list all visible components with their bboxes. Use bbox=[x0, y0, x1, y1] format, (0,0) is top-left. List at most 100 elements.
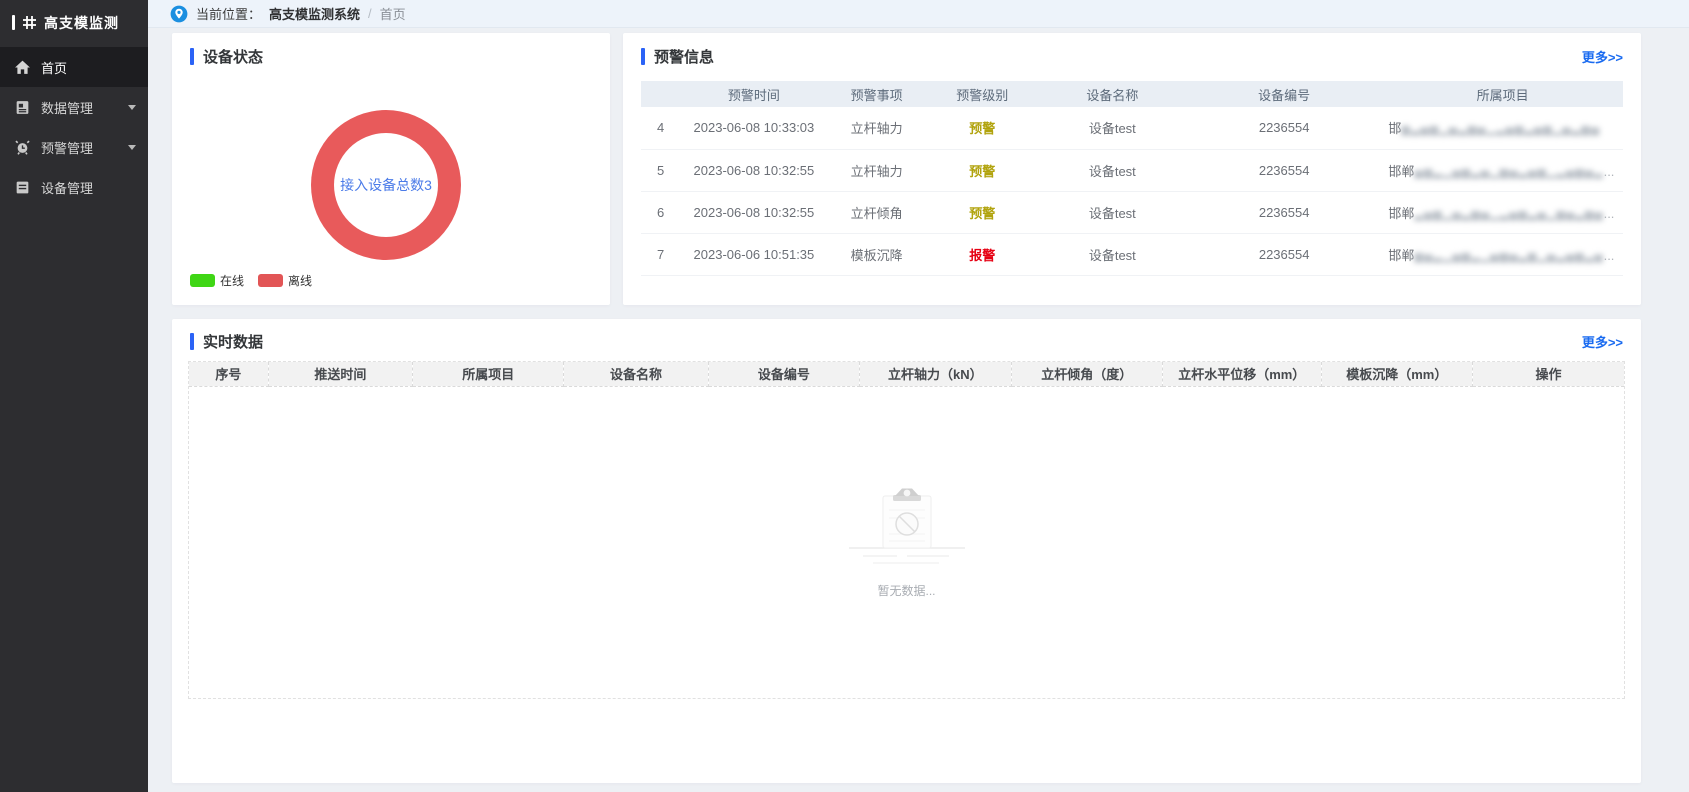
warning-table-header-row: 预警时间预警事项预警级别设备名称设备编号所属项目 bbox=[641, 81, 1623, 107]
warning-table-row: 62023-06-08 10:32:55立杆倾角预警设备test2236554邯… bbox=[641, 191, 1623, 233]
warning-table-row: 72023-06-06 10:51:35模板沉降报警设备test2236554邯… bbox=[641, 233, 1623, 275]
breadcrumb: 当前位置： 高支模监测系统 / 首页 bbox=[148, 0, 1689, 28]
sidebar-item-label: 预警管理 bbox=[41, 138, 93, 157]
realtime-data-card: 实时数据 更多>> 序号推送时间所属项目设备名称设备编号立杆轴力（kN）立杆倾角… bbox=[172, 319, 1641, 783]
warning-cell: 设备test bbox=[1039, 233, 1186, 275]
realtime-column-header: 立杆倾角（度） bbox=[1011, 362, 1162, 386]
title-accent-bar bbox=[190, 48, 194, 65]
warning-column-header: 预警级别 bbox=[926, 81, 1039, 107]
grid-hash-icon bbox=[22, 15, 37, 30]
warning-info-card: 预警信息 更多>> 预警时间预警事项预警级别设备名称设备编号所属项目 42023… bbox=[623, 33, 1641, 305]
location-pin-icon bbox=[170, 5, 188, 23]
sidebar: 高支模监测 首页数据管理预警管理设备管理 bbox=[0, 0, 148, 792]
legend-swatch bbox=[190, 274, 215, 287]
device-status-donut-chart: 接入设备总数3 bbox=[311, 110, 461, 260]
logo-text: 高支模监测 bbox=[44, 13, 119, 33]
warning-cell: 2023-06-08 10:33:03 bbox=[680, 107, 827, 149]
redacted-text: ▃▅▆▂▅▃▆▅▂▃▅▆▃▅▂▆▅▃▆▅ bbox=[1414, 209, 1603, 221]
breadcrumb-system[interactable]: 高支模监测系统 bbox=[269, 4, 360, 23]
title-accent-bar bbox=[641, 48, 645, 65]
realtime-column-header: 立杆水平位移（mm） bbox=[1162, 362, 1321, 386]
warning-cell: 2236554 bbox=[1186, 191, 1382, 233]
legend-swatch bbox=[258, 274, 283, 287]
device-status-title: 设备状态 bbox=[190, 46, 263, 67]
realtime-column-header: 立杆轴力（kN） bbox=[860, 362, 1011, 386]
redacted-text: ▅▆▃▂▅▆▃▅▂▆▅▃▅▆▂▃▅▆▅▃ bbox=[1414, 167, 1603, 179]
legend-item[interactable]: 离线 bbox=[258, 272, 312, 289]
realtime-column-header: 所属项目 bbox=[413, 362, 564, 386]
home-icon bbox=[14, 59, 31, 76]
project-name-cell: 邯郸▅▆▃▂▅▆▃▅▂▆▅▃▅▆▂▃▅▆▅▃... bbox=[1382, 149, 1623, 191]
realtime-column-header: 推送时间 bbox=[268, 362, 412, 386]
device-icon bbox=[14, 179, 31, 196]
donut-ring-offline: 接入设备总数3 bbox=[311, 110, 461, 260]
chart-legend: 在线 离线 bbox=[190, 272, 312, 289]
empty-state-text: 暂无数据... bbox=[877, 582, 935, 599]
sidebar-item-device[interactable]: 设备管理 bbox=[0, 167, 148, 207]
warning-column-header: 所属项目 bbox=[1382, 81, 1623, 107]
database-icon bbox=[14, 99, 31, 116]
sidebar-item-label: 首页 bbox=[41, 58, 67, 77]
warning-cell: 模板沉降 bbox=[828, 233, 926, 275]
warning-column-header: 预警时间 bbox=[680, 81, 827, 107]
warning-cell: 立杆轴力 bbox=[828, 149, 926, 191]
main-area: 当前位置： 高支模监测系统 / 首页 设备状态 bbox=[148, 0, 1689, 792]
warning-cell: 设备test bbox=[1039, 107, 1186, 149]
no-data-icon bbox=[847, 486, 967, 576]
legend-label: 离线 bbox=[288, 272, 312, 289]
legend-item[interactable]: 在线 bbox=[190, 272, 244, 289]
project-name-cell: 邯郸▆▅▃▂▅▆▃▂▅▆▅▃▆▂▅▃▅▆▃▅... bbox=[1382, 233, 1623, 275]
warning-cell: 2236554 bbox=[1186, 233, 1382, 275]
warning-cell: 设备test bbox=[1039, 149, 1186, 191]
warning-level-badge: 报警 bbox=[926, 233, 1039, 275]
sidebar-item-home[interactable]: 首页 bbox=[0, 47, 148, 87]
title-accent-bar bbox=[190, 333, 194, 350]
legend-label: 在线 bbox=[220, 272, 244, 289]
warning-cell: 4 bbox=[641, 107, 680, 149]
warning-cell: 7 bbox=[641, 233, 680, 275]
warning-cell: 立杆倾角 bbox=[828, 191, 926, 233]
sidebar-item-data[interactable]: 数据管理 bbox=[0, 87, 148, 127]
realtime-column-header: 设备名称 bbox=[564, 362, 708, 386]
realtime-table: 序号推送时间所属项目设备名称设备编号立杆轴力（kN）立杆倾角（度）立杆水平位移（… bbox=[188, 361, 1625, 699]
warning-level-badge: 预警 bbox=[926, 107, 1039, 149]
warning-table-row: 52023-06-08 10:32:55立杆轴力预警设备test2236554邯… bbox=[641, 149, 1623, 191]
logo-bar-icon bbox=[12, 15, 15, 30]
app-logo: 高支模监测 bbox=[0, 0, 148, 45]
warning-cell: 设备test bbox=[1039, 191, 1186, 233]
warning-column-header: 设备名称 bbox=[1039, 81, 1186, 107]
project-name-cell: 邯郸▃▅▆▂▅▃▆▅▂▃▅▆▃▅▂▆▅▃▆▅... bbox=[1382, 191, 1623, 233]
realtime-data-title: 实时数据 bbox=[190, 331, 263, 352]
warning-cell: 2236554 bbox=[1186, 149, 1382, 191]
empty-state: 暂无数据... bbox=[189, 387, 1624, 699]
warning-cell: 5 bbox=[641, 149, 680, 191]
warning-table-row: 42023-06-08 10:33:03立杆轴力预警设备test2236554邯… bbox=[641, 107, 1623, 149]
realtime-table-header-row: 序号推送时间所属项目设备名称设备编号立杆轴力（kN）立杆倾角（度）立杆水平位移（… bbox=[189, 362, 1624, 386]
warning-cell: 2023-06-06 10:51:35 bbox=[680, 233, 827, 275]
realtime-column-header: 模板沉降（mm） bbox=[1321, 362, 1472, 386]
sidebar-item-warning[interactable]: 预警管理 bbox=[0, 127, 148, 167]
warning-cell: 6 bbox=[641, 191, 680, 233]
breadcrumb-current[interactable]: 首页 bbox=[380, 4, 406, 23]
warning-column-header: 设备编号 bbox=[1186, 81, 1382, 107]
warning-more-link[interactable]: 更多>> bbox=[1582, 47, 1623, 66]
warning-info-title: 预警信息 bbox=[641, 46, 714, 67]
sidebar-menu: 首页数据管理预警管理设备管理 bbox=[0, 47, 148, 207]
redacted-text: ▆▃▅▆▂▅▃▆▅▂▃▅▆▃▅▆▂▅▃▆▅ bbox=[1401, 124, 1600, 136]
warning-cell: 2023-06-08 10:32:55 bbox=[680, 191, 827, 233]
chevron-down-icon bbox=[128, 145, 136, 150]
breadcrumb-separator: / bbox=[368, 6, 372, 21]
sidebar-item-label: 数据管理 bbox=[41, 98, 93, 117]
sidebar-item-label: 设备管理 bbox=[41, 178, 93, 197]
warning-column-header: 预警事项 bbox=[828, 81, 926, 107]
warning-level-badge: 预警 bbox=[926, 149, 1039, 191]
realtime-more-link[interactable]: 更多>> bbox=[1582, 332, 1623, 351]
app-root: 高支模监测 首页数据管理预警管理设备管理 当前位置： 高支模监测系统 / 首页 bbox=[0, 0, 1689, 792]
warning-level-badge: 预警 bbox=[926, 191, 1039, 233]
breadcrumb-prefix: 当前位置： bbox=[196, 4, 261, 23]
content: 设备状态 接入设备总数3 在线 离线 bbox=[148, 28, 1689, 792]
chevron-down-icon bbox=[128, 105, 136, 110]
redacted-text: ▆▅▃▂▅▆▃▂▅▆▅▃▆▂▅▃▅▆▃▅ bbox=[1414, 251, 1603, 263]
project-name-cell: 邯▆▃▅▆▂▅▃▆▅▂▃▅▆▃▅▆▂▅▃▆▅ bbox=[1382, 107, 1623, 149]
donut-center-label: 接入设备总数3 bbox=[340, 175, 432, 195]
